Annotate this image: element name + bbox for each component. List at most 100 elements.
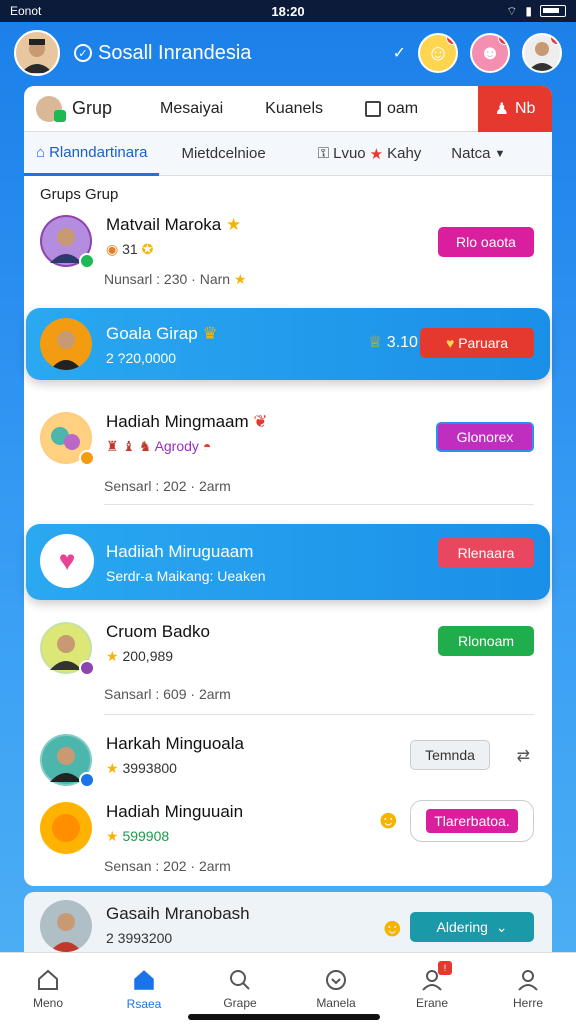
tab-messages[interactable]: Mesaiyai (160, 100, 223, 118)
item-meta: Sansarl : 609 · 2arm (104, 686, 231, 702)
main-tabs: Grup Mesaiyai Kuanels oam ♟ Nb (24, 86, 552, 132)
action-button[interactable]: Rlonoam (438, 626, 534, 656)
list-item[interactable]: Harkah Minguoala ★ 3993800 Temnda ⇄ (24, 718, 552, 788)
avatar (40, 900, 92, 952)
item-name: Hadiah Mingmaam (106, 412, 249, 431)
tab-mietdcelnioe[interactable]: Mietdcelnioe (169, 132, 277, 176)
item-name: Gasaih Mranobash (106, 904, 250, 923)
checkbox-icon (365, 100, 381, 117)
action-button[interactable]: Glonorex (436, 422, 534, 452)
action-button[interactable]: ♥ Paruara (420, 328, 534, 358)
item-sub: 3993800 (122, 760, 177, 776)
friend-avatar[interactable]: × (522, 33, 562, 73)
section-title: Grups Grup (40, 186, 119, 203)
star-icon: ★ (106, 760, 119, 776)
person-add-icon: ♟ (494, 100, 509, 118)
profile-icon (518, 969, 538, 991)
group-avatar-icon (36, 95, 66, 122)
share-icon[interactable]: ⇄ (517, 746, 530, 766)
highlighted-row[interactable]: ♥ Hadiiah Miruguaam Serdr-a Maikang: Uea… (26, 524, 550, 600)
crown-icon: ♛ (202, 324, 218, 343)
trophy-icon: ◉ (106, 241, 119, 257)
close-icon[interactable]: × (446, 35, 456, 45)
nav-notifications[interactable]: ! Erane (384, 953, 480, 1024)
nav-home[interactable]: Meno (0, 953, 96, 1024)
gift-avatar: ♥ (40, 534, 94, 588)
battery-icon (540, 5, 566, 17)
friend-avatar[interactable]: ☻ × (470, 33, 510, 73)
sub-tabs: ⌂ Rlanndartinara Mietdcelnioe ⚿ Lvuo ★ Kahy … (24, 132, 552, 176)
heart-icon: ♥ (445, 335, 455, 351)
clock: 18:20 (271, 3, 305, 19)
star-icon: ★ (106, 828, 119, 844)
action-button[interactable]: Rlo oaota (438, 227, 534, 257)
badge-icon: ✪ (141, 241, 154, 257)
close-icon[interactable]: × (498, 35, 508, 45)
tag-icon: ⌂ (36, 143, 46, 161)
nav-groups[interactable]: Rsaea (96, 953, 192, 1024)
item-sub: Agrody (154, 438, 199, 454)
highlighted-row[interactable]: Goala Girap ♛ 2 ?20,0000 ♕ 3.10 ♥ Paruar… (26, 308, 550, 380)
avatar (40, 412, 95, 466)
item-name: Cruom Badko (106, 622, 210, 641)
star-icon: ★ (226, 215, 242, 234)
action-button[interactable]: Rlenaara (438, 538, 534, 568)
star-icon: ★ (233, 271, 247, 287)
tab-channels[interactable]: Kuanels (265, 100, 323, 118)
item-meta: Sensan : 202 · 2arm (104, 858, 231, 874)
item-sub: 200,989 (122, 648, 174, 664)
divider (104, 504, 534, 505)
list-item[interactable]: Hadiah Minguuain ★ 599908 Sensan : 202 ·… (24, 786, 552, 886)
item-sub: 31 (122, 241, 138, 257)
item-sub: 2 ?20,0000 (106, 350, 177, 366)
action-button[interactable]: Tlarerbatoa. (410, 800, 534, 842)
item-sub: 2 3993200 (106, 930, 173, 946)
home-indicator (188, 1014, 380, 1020)
profile-avatar[interactable] (14, 30, 60, 76)
list-item[interactable]: Hadiah Mingmaam ❦ ♜ ♝ ♞ Agrody ◓ Sensarl… (24, 396, 552, 506)
check-circle-icon: ✓ (74, 44, 92, 62)
item-name: Harkah Minguoala (106, 734, 244, 753)
notification-badge: ! (438, 961, 452, 975)
divider (104, 714, 534, 715)
list-item[interactable]: Matvail Maroka ★ ◉ 31 ✪ Nunsarl : 230 · … (24, 207, 552, 303)
status-dot (79, 450, 95, 466)
emoji-icon: ☻ (378, 912, 406, 942)
online-dot (79, 253, 95, 269)
emoji-icon: ☻ (374, 804, 402, 834)
app-header: ✓ Sosall Inrandesia ✓ ☺ × ☻ × × (0, 22, 576, 84)
tab-rlanndartinara[interactable]: ⌂ Rlanndartinara (24, 132, 160, 176)
list-item[interactable]: Cruom Badko ★ 200,989 Sansarl : 609 · 2a… (24, 606, 552, 716)
check-icon[interactable]: ✓ (393, 43, 406, 63)
close-icon[interactable]: × (550, 35, 560, 45)
nav-profile[interactable]: Herre (480, 953, 576, 1024)
app-title: ✓ Sosall Inrandesia (74, 42, 251, 65)
item-name: Hadiiah Miruguaam (106, 542, 254, 561)
avatar (40, 318, 92, 370)
status-dot (79, 660, 95, 676)
friend-avatar[interactable]: ☺ × (418, 33, 458, 73)
chevron-down-icon: ⌄ (495, 918, 508, 935)
lock-icon: ⚿ (317, 145, 330, 162)
coin-avatar (40, 802, 92, 854)
item-meta: Sensarl : 202 · 2arm (104, 478, 231, 494)
search-icon (230, 969, 250, 990)
trophy-icon: ♕ (368, 334, 383, 351)
add-friend-button[interactable]: ♟ Nb (478, 86, 552, 132)
tab-grup[interactable]: Grup (36, 95, 112, 122)
action-button[interactable]: Temnda (410, 740, 490, 770)
list-item[interactable]: Gasaih Mranobash 2 3993200 ☻ Aldering ⌄ (24, 892, 552, 952)
gift-icons: ♜ ♝ ♞ (106, 438, 152, 454)
chevron-down-icon: ▼ (494, 147, 506, 160)
item-meta: Nunsarl : 230 · Narn ★ (104, 271, 247, 287)
dropdown-button[interactable]: Aldering ⌄ (410, 912, 534, 942)
item-sub: Serdr-a Maikang: Ueaken (106, 568, 266, 584)
item-name: Hadiah Minguuain (106, 802, 244, 821)
tab-lvuo[interactable]: ⚿ Lvuo ★ Kahy (306, 132, 434, 176)
filter-dropdown[interactable]: Natca ▼ (439, 132, 517, 176)
avatar (40, 734, 95, 788)
home-icon (38, 969, 58, 990)
item-sub: 599908 (122, 828, 170, 844)
item-score: 3.10 (386, 334, 418, 351)
tab-oam[interactable]: oam (365, 100, 418, 118)
